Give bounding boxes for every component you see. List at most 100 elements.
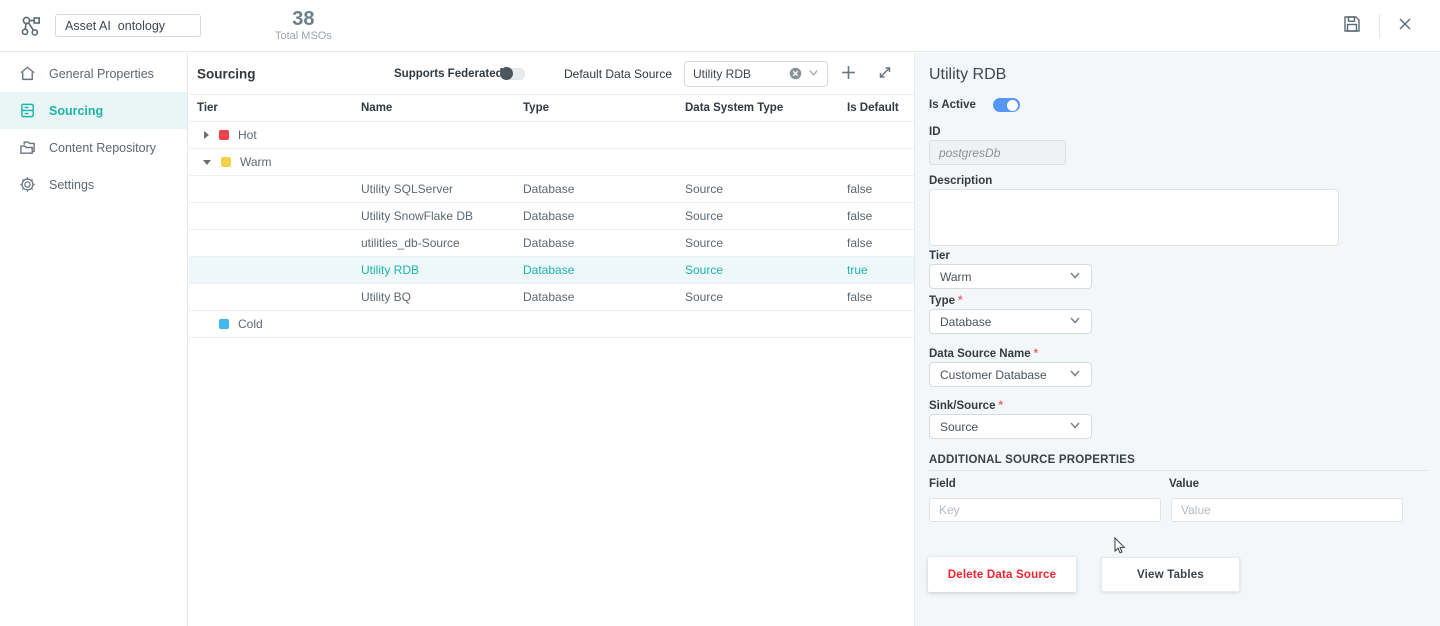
tree-group-row-hot[interactable]: Hot — [189, 122, 914, 149]
tier-select[interactable]: Warm — [929, 264, 1092, 289]
chevron-down-icon — [808, 67, 819, 81]
cell-is-default: true — [847, 263, 914, 277]
cell-name: Utility BQ — [361, 290, 523, 304]
sidebar-item-label: Content Repository — [49, 141, 156, 155]
tier-group-label: Hot — [238, 128, 257, 142]
supports-federated-label: Supports Federated — [394, 68, 503, 80]
expand-button[interactable] — [875, 62, 895, 85]
tier-group-label: Cold — [238, 317, 263, 331]
sidebar-item-settings[interactable]: Settings — [0, 166, 187, 203]
cell-data-system-type: Source — [685, 209, 847, 223]
cell-name: Utility SnowFlake DB — [361, 209, 523, 223]
tree-caret-collapsed-icon[interactable] — [204, 131, 209, 139]
cell-name: Utility RDB — [361, 263, 523, 277]
cell-is-default: false — [847, 209, 914, 223]
additional-properties-header: ADDITIONAL SOURCE PROPERTIES — [929, 454, 1135, 466]
tree-caret-expanded-icon[interactable] — [203, 160, 211, 165]
sidebar-item-label: General Properties — [49, 67, 154, 81]
topbar-divider — [1379, 14, 1380, 38]
cell-type: Database — [523, 182, 685, 196]
tree-group-row-warm[interactable]: Warm — [189, 149, 914, 176]
table-row-selected[interactable]: Utility RDB Database Source true — [189, 257, 914, 284]
app-topbar: 38 Total MSOs — [0, 0, 1440, 52]
view-tables-button[interactable]: View Tables — [1101, 557, 1240, 592]
table-row[interactable]: Utility SnowFlake DB Database Source fal… — [189, 203, 914, 230]
required-asterisk: * — [998, 400, 1002, 412]
tier-label: Tier — [929, 250, 950, 262]
tier-group-label: Warm — [240, 155, 272, 169]
workspace-name-input[interactable] — [55, 14, 201, 37]
chevron-down-icon — [1069, 367, 1081, 382]
total-msos-stat: 38 Total MSOs — [275, 9, 332, 42]
sidebar: General Properties Sourcing Content Repo… — [0, 53, 188, 626]
tier-select-value: Warm — [940, 270, 972, 284]
add-data-source-button[interactable] — [839, 63, 858, 85]
data-source-name-label: Data Source Name* — [929, 348, 1038, 360]
stat-label: Total MSOs — [275, 30, 332, 42]
cell-name: utilities_db-Source — [361, 236, 523, 250]
table-row[interactable]: utilities_db-Source Database Source fals… — [189, 230, 914, 257]
required-asterisk: * — [1034, 348, 1038, 360]
delete-data-source-button[interactable]: Delete Data Source — [928, 557, 1076, 592]
type-select-value: Database — [940, 315, 991, 329]
sidebar-item-label: Settings — [49, 178, 94, 192]
table-row[interactable]: Utility BQ Database Source false — [189, 284, 914, 311]
description-textarea[interactable] — [929, 189, 1339, 246]
cell-data-system-type: Source — [685, 290, 847, 304]
tier-color-swatch — [219, 319, 229, 329]
type-label: Type* — [929, 295, 962, 307]
data-source-name-select-value: Customer Database — [940, 368, 1047, 382]
table-header: Tier Name Type Data System Type Is Defau… — [189, 95, 914, 122]
cell-is-default: false — [847, 236, 914, 250]
chevron-down-icon — [1069, 419, 1081, 434]
sink-source-select[interactable]: Source — [929, 414, 1092, 439]
table-row[interactable]: Utility SQLServer Database Source false — [189, 176, 914, 203]
sidebar-item-sourcing[interactable]: Sourcing — [0, 92, 187, 129]
sidebar-item-general-properties[interactable]: General Properties — [0, 55, 187, 92]
clear-selection-icon[interactable] — [789, 67, 802, 80]
sidebar-item-label: Sourcing — [49, 104, 103, 118]
stat-value: 38 — [275, 9, 332, 30]
cell-type: Database — [523, 290, 685, 304]
close-icon — [1398, 17, 1412, 34]
tier-color-swatch — [221, 157, 231, 167]
sink-source-label: Sink/Source* — [929, 400, 1003, 412]
data-source-name-select[interactable]: Customer Database — [929, 362, 1092, 387]
details-panel: Utility RDB Is Active ID Description Tie… — [914, 53, 1440, 626]
tree-group-row-cold[interactable]: Cold — [189, 311, 914, 338]
cell-name: Utility SQLServer — [361, 182, 523, 196]
cell-data-system-type: Source — [685, 263, 847, 277]
column-header-data-system-type: Data System Type — [685, 102, 847, 114]
home-icon — [19, 65, 36, 82]
cell-data-system-type: Source — [685, 182, 847, 196]
chevron-down-icon — [1069, 269, 1081, 284]
close-button[interactable] — [1396, 15, 1414, 36]
save-button[interactable] — [1341, 13, 1363, 38]
value-label: Value — [1169, 478, 1199, 490]
cell-is-default: false — [847, 182, 914, 196]
required-asterisk: * — [958, 295, 962, 307]
sidebar-item-content-repository[interactable]: Content Repository — [0, 129, 187, 166]
settings-gear-icon — [19, 176, 36, 193]
main-panel: Sourcing Supports Federated Default Data… — [189, 53, 914, 626]
supports-federated-toggle[interactable] — [500, 68, 525, 80]
default-data-source-label: Default Data Source — [564, 67, 672, 81]
section-divider — [929, 470, 1429, 471]
id-input[interactable] — [929, 140, 1066, 165]
sink-source-select-value: Source — [940, 420, 978, 434]
is-active-label: Is Active — [929, 99, 976, 111]
cell-type: Database — [523, 263, 685, 277]
ontology-graph-icon — [20, 15, 42, 37]
main-header: Sourcing Supports Federated Default Data… — [189, 53, 914, 95]
key-input[interactable] — [929, 498, 1161, 522]
type-select[interactable]: Database — [929, 309, 1092, 334]
is-active-toggle[interactable] — [993, 98, 1020, 112]
chevron-down-icon — [1069, 314, 1081, 329]
page-title: Sourcing — [197, 66, 256, 81]
column-header-type: Type — [523, 102, 685, 114]
column-header-name: Name — [361, 102, 523, 114]
sourcing-icon — [19, 102, 36, 119]
value-input[interactable] — [1171, 498, 1403, 522]
cell-data-system-type: Source — [685, 236, 847, 250]
default-data-source-select[interactable]: Utility RDB — [684, 61, 828, 87]
